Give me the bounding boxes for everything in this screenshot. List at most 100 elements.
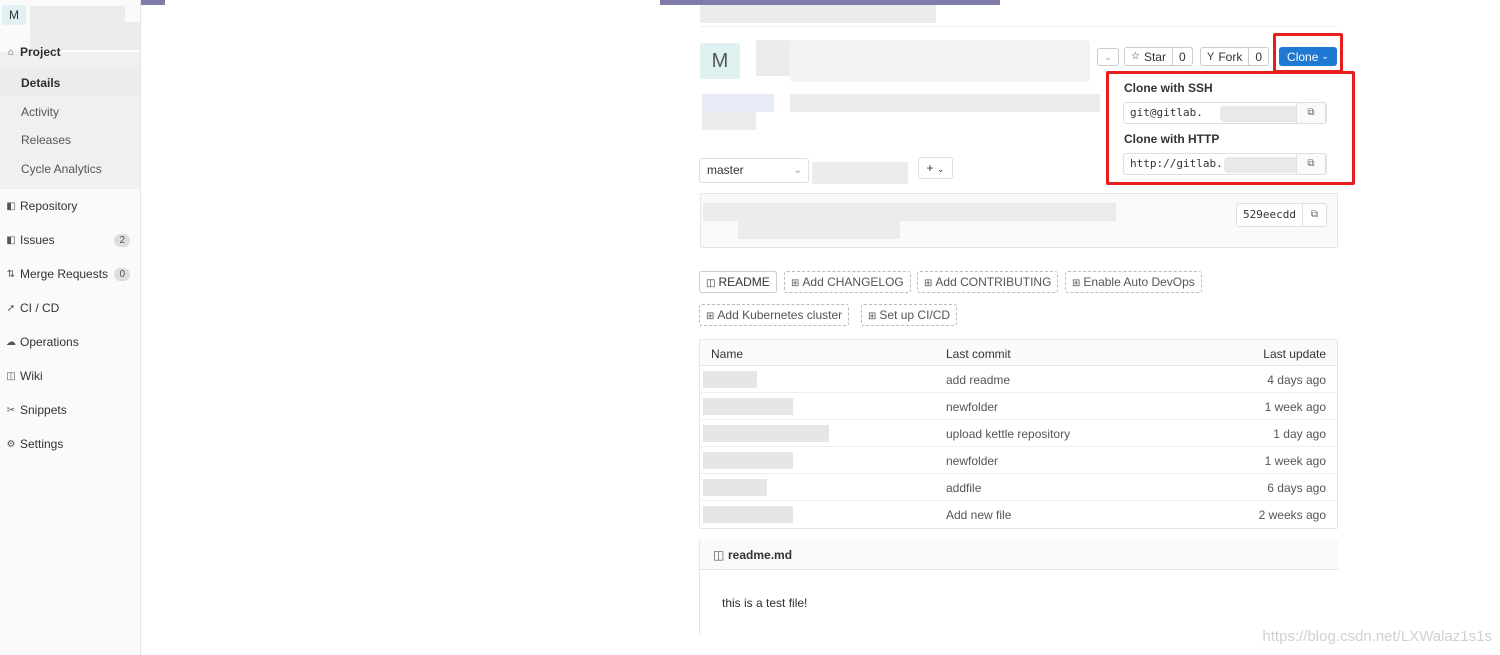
sidebar-item-repository[interactable]: ◧ Repository [0, 192, 140, 220]
plus-square-icon: ⊞ [924, 278, 933, 289]
row-last-commit[interactable]: upload kettle repository [946, 427, 1070, 441]
issues-count-badge: 2 [114, 233, 130, 247]
row-last-commit[interactable]: addfile [946, 481, 981, 495]
sidebar-item-issues[interactable]: ◧ Issues 2 [0, 226, 140, 254]
add-kubernetes-cluster-button[interactable]: ⊞ Add Kubernetes cluster [699, 304, 850, 326]
sidebar-item-operations[interactable]: ☁ Operations [0, 328, 140, 356]
star-count[interactable]: 0 [1171, 48, 1192, 65]
chevron-down-icon: ⌄ [1104, 51, 1112, 62]
readme-content: this is a test file! [722, 596, 808, 610]
star-button[interactable]: ☆ Star 0 [1124, 47, 1193, 66]
redacted-project-meta [790, 94, 1100, 112]
redacted-project-description [790, 40, 1090, 82]
redacted-file-name [703, 425, 829, 442]
project-avatar-large: M [700, 43, 740, 79]
fork-count[interactable]: 0 [1248, 48, 1268, 65]
header-divider [700, 26, 1338, 27]
redacted-tag [702, 94, 774, 112]
redacted-project-name [30, 6, 125, 22]
column-header-last-update: Last update [1263, 347, 1326, 361]
sidebar: M ⌂ Project Details Activity Releases Cy… [0, 0, 141, 655]
add-changelog-button[interactable]: ⊞ Add CHANGELOG [784, 271, 911, 293]
redacted-commit-message [703, 203, 1116, 221]
rocket-icon: ➚ [6, 302, 16, 314]
watermark: https://blog.csdn.net/LXWalaz1s1s [1262, 628, 1492, 645]
branch-selector[interactable]: master ⌄ [699, 158, 809, 183]
row-last-update: 6 days ago [1267, 481, 1326, 495]
commit-sha[interactable]: 529eecdd [1237, 204, 1303, 226]
table-row[interactable]: addfile 6 days ago [700, 474, 1337, 501]
sidebar-subitem-releases[interactable]: Releases [0, 126, 140, 154]
redacted-file-name [703, 452, 793, 469]
add-contributing-button[interactable]: ⊞ Add CONTRIBUTING [917, 271, 1059, 293]
sidebar-item-wiki[interactable]: ◫ Wiki [0, 362, 140, 390]
table-header: Name Last commit Last update [700, 340, 1337, 366]
project-avatar-small[interactable]: M [2, 5, 26, 25]
table-row[interactable]: newfolder 1 week ago [700, 447, 1337, 474]
sidebar-item-snippets[interactable]: ✂ Snippets [0, 396, 140, 424]
row-last-update: 4 days ago [1267, 373, 1326, 387]
redacted-breadcrumb [700, 5, 936, 23]
readme-button[interactable]: ◫ README [699, 271, 777, 293]
row-last-commit[interactable]: Add new file [946, 508, 1011, 522]
add-dropdown-button[interactable]: + ⌄ [918, 157, 953, 179]
cloud-gear-icon: ☁ [6, 336, 16, 348]
issues-icon: ◧ [6, 234, 16, 246]
highlight-box-clone-dropdown [1106, 71, 1355, 185]
sidebar-subitem-activity[interactable]: Activity [0, 98, 140, 126]
redacted-commit-author [738, 221, 900, 239]
sidebar-item-ci-cd[interactable]: ➚ CI / CD [0, 294, 140, 322]
redacted-file-name [703, 398, 793, 415]
table-row[interactable]: newfolder 1 week ago [700, 393, 1337, 420]
book-icon: ◫ [6, 370, 16, 382]
sidebar-subitem-details[interactable]: Details [0, 69, 140, 97]
merge-requests-count-badge: 0 [114, 267, 130, 281]
plus-square-icon: ⊞ [791, 278, 800, 289]
gear-icon: ⚙ [6, 438, 16, 450]
file-icon: ◫ [706, 278, 716, 289]
sidebar-item-settings[interactable]: ⚙ Settings [0, 430, 140, 458]
commit-sha-group: 529eecdd ⧉ [1236, 203, 1327, 227]
table-row[interactable]: upload kettle repository 1 day ago [700, 420, 1337, 447]
readme-header: ◫ readme.md [700, 540, 1339, 570]
row-last-commit[interactable]: newfolder [946, 400, 998, 414]
row-last-commit[interactable]: newfolder [946, 454, 998, 468]
home-icon: ⌂ [7, 46, 15, 58]
row-last-update: 1 week ago [1264, 454, 1326, 468]
star-icon: ☆ [1131, 51, 1140, 62]
table-row[interactable]: Add new file 2 weeks ago [700, 501, 1337, 528]
repository-icon: ◧ [6, 200, 16, 212]
row-last-update: 1 week ago [1264, 400, 1326, 414]
fork-button[interactable]: Y Fork 0 [1200, 47, 1270, 66]
file-icon: ◫ [713, 548, 725, 562]
copy-icon: ⧉ [1310, 209, 1319, 220]
redacted-project-meta-2 [702, 112, 756, 130]
row-last-commit[interactable]: add readme [946, 373, 1010, 387]
row-last-update: 1 day ago [1273, 427, 1326, 441]
row-last-update: 2 weeks ago [1258, 508, 1326, 522]
redacted-file-name [703, 479, 767, 496]
enable-auto-devops-button[interactable]: ⊞ Enable Auto DevOps [1065, 271, 1202, 293]
fork-icon: Y [1207, 50, 1215, 63]
redacted-file-name [703, 371, 757, 388]
column-header-name: Name [711, 347, 744, 361]
table-row[interactable]: add readme 4 days ago [700, 366, 1337, 393]
sidebar-subitem-cycle-analytics[interactable]: Cycle Analytics [0, 155, 140, 183]
column-header-last-commit: Last commit [946, 347, 1011, 361]
plus-square-icon: ⊞ [868, 311, 877, 322]
plus-icon: + [926, 161, 934, 175]
scissors-icon: ✂ [6, 404, 16, 416]
readme-filename[interactable]: readme.md [728, 548, 792, 562]
plus-square-icon: ⊞ [1072, 278, 1081, 289]
merge-request-icon: ⇅ [6, 268, 16, 280]
setup-cicd-button[interactable]: ⊞ Set up CI/CD [861, 304, 958, 326]
highlight-box-clone-button [1273, 33, 1343, 73]
redacted-breadcrumb-path [812, 162, 908, 184]
redacted-file-name [703, 506, 793, 523]
chevron-down-icon: ⌄ [793, 165, 802, 176]
copy-sha-button[interactable]: ⧉ [1303, 204, 1326, 226]
sidebar-item-merge-requests[interactable]: ⇅ Merge Requests 0 [0, 260, 140, 288]
chevron-down-icon: ⌄ [936, 164, 945, 174]
sidebar-item-project[interactable]: ⌂ Project [0, 38, 140, 66]
notification-dropdown[interactable]: ⌄ [1097, 48, 1119, 66]
